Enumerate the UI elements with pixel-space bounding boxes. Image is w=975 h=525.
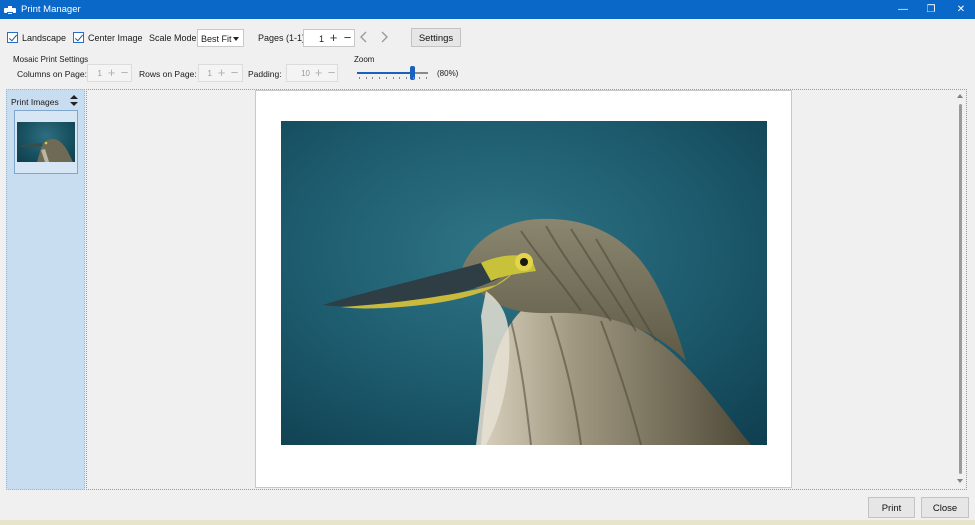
columns-label: Columns on Page: [17,69,87,79]
center-image-checkbox[interactable] [73,32,84,43]
minus-icon[interactable]: − [341,31,354,45]
zoom-slider[interactable] [357,66,428,82]
scale-mode-select[interactable]: Best Fit [197,29,244,47]
close-button[interactable]: Close [921,497,969,518]
mosaic-settings: Columns on Page: 1 + − Rows on Page: 1 +… [0,64,975,82]
print-page [255,90,792,488]
taskbar-edge [0,520,975,525]
scroll-up-icon[interactable] [957,94,963,98]
settings-button[interactable]: Settings [411,28,461,47]
minus-icon[interactable]: − [228,66,241,80]
zoom-fill [357,72,412,74]
plus-icon[interactable]: + [312,66,325,80]
scale-mode-value: Best Fit [201,34,232,44]
padding-label: Padding: [248,69,282,79]
minus-icon[interactable]: − [118,66,131,80]
pages-stepper[interactable]: 1 + − [303,29,355,47]
printer-icon [4,4,16,15]
zoom-tick [399,77,400,79]
zoom-percent: (80%) [437,69,459,78]
zoom-tick [366,77,367,79]
zoom-tick [379,77,380,79]
zoom-tick [406,77,407,79]
minimize-button[interactable]: — [888,0,918,19]
plus-icon[interactable]: + [105,66,118,80]
vertical-scrollbar[interactable] [955,90,966,489]
plus-icon[interactable]: + [215,66,228,80]
rows-label: Rows on Page: [139,69,197,79]
minus-icon[interactable]: − [325,66,338,80]
landscape-checkbox[interactable] [7,32,18,43]
scale-mode-label: Scale Mode: [149,33,200,43]
title-bar: Print Manager — ❐ ✕ [0,0,975,19]
maximize-button[interactable]: ❐ [916,0,946,19]
print-preview-area [86,89,967,490]
heron-photo [281,121,767,445]
print-button[interactable]: Print [868,497,915,518]
center-image-label[interactable]: Center Image [88,33,143,43]
scroll-thumb[interactable] [959,104,962,474]
chevron-down-icon [233,37,239,41]
print-images-title: Print Images [11,97,59,107]
image-thumbnail[interactable] [14,110,78,174]
zoom-tick [419,77,420,79]
heron-thumbnail-image [17,122,75,162]
columns-value[interactable]: 1 [88,69,102,78]
window-title: Print Manager [21,4,81,15]
padding-value[interactable]: 10 [287,69,310,78]
scroll-down-icon[interactable] [957,479,963,483]
zoom-tick [426,77,427,79]
chevron-right-icon[interactable] [377,30,391,44]
pages-value[interactable]: 1 [304,34,324,44]
zoom-tick [386,77,387,79]
rows-value[interactable]: 1 [199,69,212,78]
zoom-tick [372,77,373,79]
toolbar: Landscape Center Image Scale Mode: Best … [0,27,975,49]
zoom-tick [359,77,360,79]
plus-icon[interactable]: + [327,31,340,45]
zoom-tick [413,77,414,79]
close-window-button[interactable]: ✕ [946,0,975,19]
landscape-label[interactable]: Landscape [22,33,66,43]
pages-label: Pages (1-1): [258,33,308,43]
sort-updown-icon[interactable] [70,95,78,106]
print-images-panel: Print Images [6,89,85,490]
zoom-label: Zoom [354,55,375,64]
padding-stepper[interactable]: 10 + − [286,64,338,82]
columns-stepper[interactable]: 1 + − [87,64,132,82]
zoom-tick [393,77,394,79]
rows-stepper[interactable]: 1 + − [198,64,243,82]
mosaic-settings-title: Mosaic Print Settings [13,55,89,64]
chevron-left-icon[interactable] [357,30,371,44]
